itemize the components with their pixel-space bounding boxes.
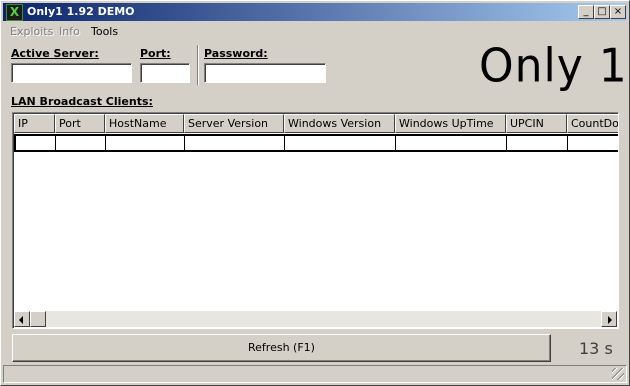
table-cell bbox=[105, 136, 184, 150]
window-title: Only1 1.92 DEMO bbox=[27, 5, 135, 18]
maximize-button[interactable]: □ bbox=[594, 5, 610, 19]
column-header-port[interactable]: Port bbox=[55, 114, 105, 133]
port-input[interactable] bbox=[140, 63, 190, 83]
close-button[interactable]: × bbox=[610, 5, 626, 19]
table-cell bbox=[184, 136, 284, 150]
column-header-windows-version[interactable]: Windows Version bbox=[284, 114, 395, 133]
countdown-timer: 13 s bbox=[579, 339, 613, 358]
status-bar bbox=[3, 365, 627, 383]
menu-exploits[interactable]: Exploits bbox=[10, 25, 53, 38]
table-cell bbox=[395, 136, 506, 150]
resize-grip-icon[interactable] bbox=[612, 368, 624, 380]
clients-list[interactable]: IP Port HostName Server Version Windows … bbox=[12, 112, 619, 329]
column-header-ip[interactable]: IP bbox=[14, 114, 55, 133]
field-separator bbox=[197, 45, 199, 85]
app-window: X Only1 1.92 DEMO _ □ × Exploits Info To… bbox=[0, 0, 630, 386]
only1-logo: Only 1 bbox=[479, 39, 628, 94]
table-cell bbox=[55, 136, 105, 150]
clients-header: IP Port HostName Server Version Windows … bbox=[14, 114, 618, 133]
menu-tools[interactable]: Tools bbox=[91, 25, 118, 38]
minimize-icon: _ bbox=[583, 6, 589, 17]
column-header-server-version[interactable]: Server Version bbox=[184, 114, 284, 133]
column-header-upcin[interactable]: UPCIN bbox=[506, 114, 567, 133]
close-icon: × bbox=[613, 6, 623, 17]
refresh-button[interactable]: Refresh (F1) bbox=[12, 334, 551, 362]
menu-bar: Exploits Info Tools bbox=[3, 23, 627, 41]
password-input[interactable] bbox=[204, 63, 326, 83]
table-cell bbox=[14, 136, 55, 150]
scroll-right-button[interactable] bbox=[601, 311, 617, 327]
table-cell bbox=[506, 136, 567, 150]
table-cell bbox=[567, 136, 618, 150]
x-app-icon[interactable]: X bbox=[6, 4, 23, 21]
horizontal-scrollbar[interactable] bbox=[14, 311, 617, 327]
maximize-icon: □ bbox=[597, 6, 607, 17]
active-server-input[interactable] bbox=[11, 63, 132, 83]
column-header-windows-uptime[interactable]: Windows UpTime bbox=[395, 114, 506, 133]
password-label: Password: bbox=[204, 47, 268, 60]
active-server-label: Active Server: bbox=[11, 47, 99, 60]
minimize-button[interactable]: _ bbox=[578, 5, 594, 19]
arrow-right-icon bbox=[608, 316, 612, 324]
scrollbar-thumb[interactable] bbox=[30, 311, 46, 327]
title-bar[interactable]: X Only1 1.92 DEMO _ □ × bbox=[3, 3, 627, 21]
table-cell bbox=[284, 136, 395, 150]
column-header-countdown[interactable]: CountDow bbox=[567, 114, 618, 133]
lan-clients-label: LAN Broadcast Clients: bbox=[11, 95, 153, 108]
column-header-hostname[interactable]: HostName bbox=[105, 114, 184, 133]
scroll-left-button[interactable] bbox=[14, 311, 30, 327]
table-row[interactable] bbox=[14, 134, 618, 152]
arrow-left-icon bbox=[19, 316, 23, 324]
menu-info[interactable]: Info bbox=[59, 25, 80, 38]
port-label: Port: bbox=[140, 47, 171, 60]
